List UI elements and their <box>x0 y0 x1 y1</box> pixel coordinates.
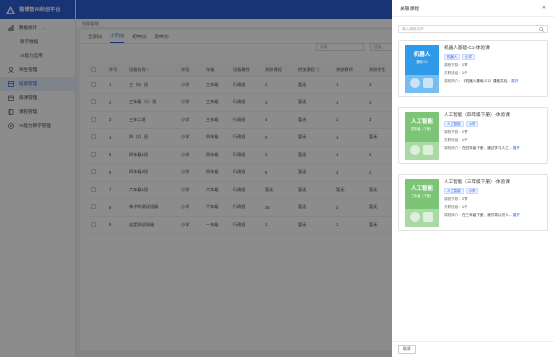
course-tag: 小学 <box>465 121 479 127</box>
course-intro: 课程简介：在四年级下册，通过学习人工... 展开 <box>444 146 544 151</box>
expand-link[interactable]: 展开 <box>511 79 518 83</box>
classes-label: 关联班级： <box>444 204 462 209</box>
course-tags: 人工智能 小学 <box>444 188 544 194</box>
course-search-input[interactable]: 输入课程名称 <box>398 25 548 33</box>
cancel-button[interactable]: 取消 <box>398 345 416 354</box>
cover-title: 机器人 <box>413 52 431 58</box>
course-intro: 课程简介：《机器人基础-C1》课程共包... 展开 <box>444 79 544 84</box>
course-info: 人工智能（三年级下册）-体验课 人工智能 小学 课程节数：2节 关联班级：1个 课程简介：… <box>444 179 544 218</box>
intro-text: 在三年级下册，我们将认识人... <box>461 212 512 217</box>
drawer-title: 关联课程 <box>400 6 420 12</box>
lessons-label: 课程节数： <box>444 62 462 67</box>
intro-text: 在四年级下册，通过学习人工... <box>461 145 512 150</box>
course-tag: 小学 <box>462 54 475 60</box>
lessons-value: 2节 <box>461 129 468 134</box>
cover-subtitle: 基础·C1 <box>416 60 428 64</box>
intro-label: 课程简介： <box>444 78 462 83</box>
cover-title: 人工智能 <box>410 119 433 125</box>
course-thumbnail: 人工智能三年级（下册） <box>405 179 439 227</box>
classes-label: 关联班级： <box>444 70 462 75</box>
course-info: 机器人基础-C1-体验课 机器人 小学 课程节数：2节 关联班级：1个 课程简介：《机器人… <box>444 45 544 84</box>
cover-subtitle: 四年级（下册） <box>410 127 434 131</box>
lessons-label: 课程节数： <box>444 129 462 134</box>
course-card[interactable]: 机器人 基础·C1 机器人基础-C1-体验课 机器人 小学 课程节数：2节 关联班级：1个课… <box>398 40 548 97</box>
drawer-header: 关联课程 ✕ <box>392 0 554 17</box>
course-tag: 人工智能 <box>444 188 464 194</box>
lessons-label: 课程节数： <box>444 196 462 201</box>
expand-link[interactable]: 展开 <box>513 213 520 217</box>
course-thumbnail: 人工智能四年级（下册） <box>405 112 439 160</box>
course-tags: 人工智能 小学 <box>444 121 544 127</box>
course-lessons: 课程节数：2节 <box>444 63 544 68</box>
close-icon[interactable]: ✕ <box>542 5 546 11</box>
course-lessons: 课程节数：2节 <box>444 197 544 202</box>
course-intro: 课程简介：在三年级下册，我们将认识人... 展开 <box>444 213 544 218</box>
classes-value: 1个 <box>461 204 468 209</box>
link-course-drawer: 关联课程 ✕ 输入课程名称 机器人 基础·C1 机器人基础-C1-体验课 机器人 小学课… <box>392 0 554 357</box>
intro-text: 《机器人基础-C1》课程共包... <box>461 78 511 83</box>
lessons-value: 2节 <box>461 196 468 201</box>
lessons-value: 2节 <box>461 62 468 67</box>
course-lessons: 课程节数：2节 <box>444 130 544 135</box>
cover-title: 人工智能 <box>410 186 433 192</box>
course-classes: 关联班级：1个 <box>444 138 544 143</box>
course-info: 人工智能（四年级下册）-体验课 人工智能 小学 课程节数：2节 关联班级：1个 课程简介：… <box>444 112 544 151</box>
drawer-footer: 取消 <box>392 341 554 357</box>
course-tag: 机器人 <box>444 54 461 60</box>
classes-value: 1个 <box>461 70 468 75</box>
course-tag: 人工智能 <box>444 121 464 127</box>
cover-subtitle: 三年级（下册） <box>410 194 434 198</box>
expand-link[interactable]: 展开 <box>513 146 520 150</box>
classes-label: 关联班级： <box>444 137 462 142</box>
course-tags: 机器人 小学 <box>444 54 544 60</box>
classes-value: 1个 <box>461 137 468 142</box>
course-card[interactable]: 人工智能 三年级（下册） 人工智能（三年级下册）-体验课 人工智能 小学 课程节数：2节关… <box>398 174 548 231</box>
intro-label: 课程简介： <box>444 145 462 150</box>
course-card[interactable]: 人工智能 四年级（下册） 人工智能（四年级下册）-体验课 人工智能 小学 课程节数：2节关… <box>398 107 548 164</box>
intro-label: 课程简介： <box>444 212 462 217</box>
search-placeholder: 输入课程名称 <box>402 27 424 31</box>
course-classes: 关联班级：1个 <box>444 71 544 76</box>
course-name: 人工智能（四年级下册）-体验课 <box>444 112 510 117</box>
course-classes: 关联班级：1个 <box>444 205 544 210</box>
search-icon[interactable] <box>539 27 544 32</box>
course-tag: 小学 <box>465 188 479 194</box>
course-name: 机器人基础-C1-体验课 <box>444 45 490 50</box>
course-name: 人工智能（三年级下册）-体验课 <box>444 179 510 184</box>
course-thumbnail: 机器人基础·C1 <box>405 45 439 93</box>
